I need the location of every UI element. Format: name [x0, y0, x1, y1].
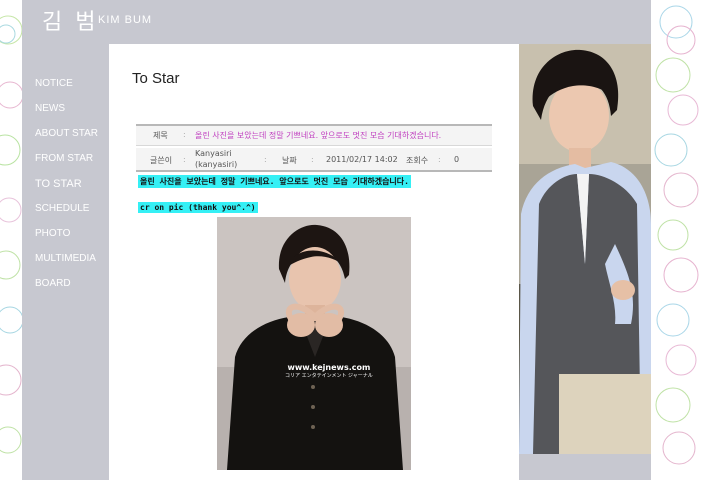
profile-photo-illustration — [519, 44, 651, 454]
subject-label: 제목 — [153, 131, 168, 140]
nav-item-about-star[interactable]: ABOUT STAR — [35, 128, 98, 153]
subject-row: 제목 : 올린 사진을 보았는데 정말 기쁘네요. 앞으로도 멋진 모습 기대하… — [136, 126, 492, 146]
profile-photo — [519, 44, 651, 454]
divider: : — [183, 155, 186, 164]
watermark-subtitle: コリア エンタテインメント ジャーナル — [285, 373, 373, 379]
logo-english[interactable]: KIM BUM — [98, 14, 152, 26]
views-label: 조회수 — [406, 156, 429, 165]
nav-item-schedule[interactable]: SCHEDULE — [35, 203, 98, 228]
nav-item-notice[interactable]: NOTICE — [35, 78, 98, 103]
nav-item-from-star[interactable]: FROM STAR — [35, 153, 98, 178]
nav-item-to-star[interactable]: TO STAR — [35, 178, 98, 203]
watermark-url: www.kejnews.com — [287, 363, 371, 372]
post-photo-illustration — [217, 217, 411, 470]
nav-item-multimedia[interactable]: MULTIMEDIA — [35, 253, 98, 278]
site-frame: 김 범 KIM BUM NOTICE NEWS ABOUT STAR FROM … — [22, 0, 651, 480]
nav-item-photo[interactable]: PHOTO — [35, 228, 98, 253]
divider: : — [264, 155, 267, 164]
post-photo: www.kejnews.com コリア エンタテインメント ジャーナル — [217, 217, 411, 470]
author-id: (kanyasiri) — [195, 160, 238, 169]
nav-item-board[interactable]: BOARD — [35, 278, 98, 303]
post-header-table: 제목 : 올린 사진을 보았는데 정말 기쁘네요. 앞으로도 멋진 모습 기대하… — [136, 124, 492, 172]
divider: : — [183, 130, 186, 139]
date-label: 날짜 — [282, 156, 297, 165]
divider: : — [438, 155, 441, 164]
author-name[interactable]: Kanyasiri — [195, 149, 232, 158]
nav-item-news[interactable]: NEWS — [35, 103, 98, 128]
logo-korean[interactable]: 김 범 — [42, 4, 98, 36]
author-label: 글쓴이 — [150, 156, 173, 165]
divider: : — [394, 155, 397, 164]
post-subject: 올린 사진을 보았는데 정말 기쁘네요. 앞으로도 멋진 모습 기대하겠습니다. — [195, 131, 442, 140]
site-header: 김 범 KIM BUM — [22, 0, 651, 44]
main-content: To Star 제목 : 올린 사진을 보았는데 정말 기쁘네요. 앞으로도 멋… — [109, 44, 519, 480]
post-date: 2011/02/17 14:02 — [326, 155, 398, 164]
sidebar-nav: NOTICE NEWS ABOUT STAR FROM STAR TO STAR… — [35, 78, 98, 303]
meta-row: 글쓴이 : Kanyasiri (kanyasiri) : 날짜 : 2011/… — [136, 148, 492, 172]
divider: : — [311, 155, 314, 164]
page-title: To Star — [132, 70, 180, 87]
photo-watermark: www.kejnews.com コリア エンタテインメント ジャーナル — [285, 363, 373, 379]
views-count: 0 — [454, 155, 460, 164]
photo-credit-line: cr on pic (thank you^.^) — [138, 202, 258, 213]
right-decorative-background — [651, 0, 701, 480]
left-decorative-background — [0, 0, 22, 480]
post-body-line: 올린 사진을 보았는데 정말 기쁘네요. 앞으로도 멋진 모습 기대하겠습니다. — [138, 175, 411, 188]
